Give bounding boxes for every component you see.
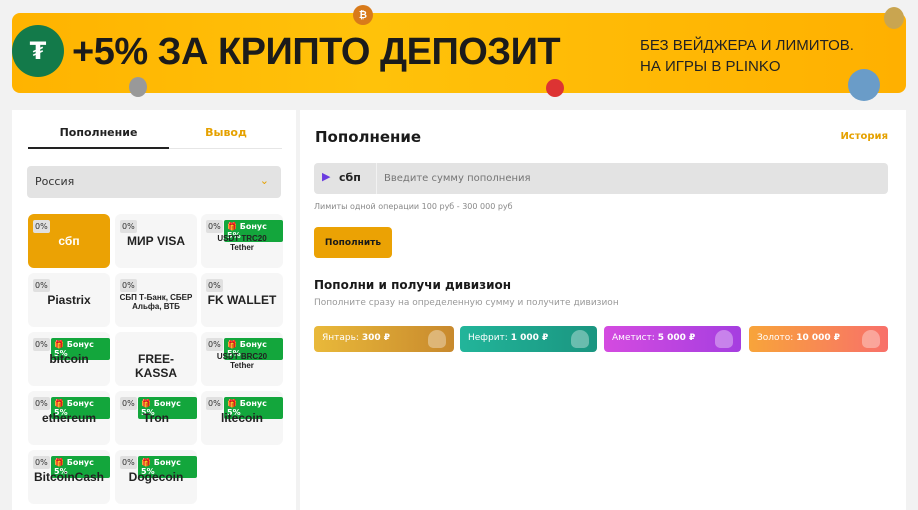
division-emblem-icon bbox=[715, 330, 733, 348]
active-tab-underline bbox=[28, 147, 169, 149]
method-logo: USDT TRC20 Tether bbox=[217, 234, 267, 252]
division-emblem-icon bbox=[862, 330, 880, 348]
fee-badge: 0% bbox=[120, 456, 137, 469]
blue-coin-icon bbox=[848, 69, 880, 101]
method-logo: Piastrix bbox=[47, 293, 91, 307]
payment-method-tile[interactable]: 0% 🎁 Бонус 5% litecoin bbox=[201, 391, 283, 445]
fee-badge: 0% bbox=[120, 279, 137, 292]
fee-badge: 0% bbox=[206, 279, 223, 292]
fee-badge: 0% bbox=[33, 397, 50, 410]
fee-badge: 0% bbox=[33, 456, 50, 469]
method-logo: СБП Т-Банк, СБЕР Альфа, ВТБ bbox=[119, 293, 193, 311]
divisions-description: Пополните сразу на определенную сумму и … bbox=[314, 298, 619, 308]
fee-badge: 0% bbox=[206, 220, 223, 233]
page-title: Пополнение bbox=[315, 128, 422, 146]
division-emblem-icon bbox=[428, 330, 446, 348]
payment-method-tile[interactable]: 0% 🎁 Бонус 5% ethereum bbox=[28, 391, 110, 445]
amount-field-wrapper: ▶ сбп bbox=[314, 163, 888, 194]
payment-methods-panel: Пополнение Вывод Россия ⌄ 0% сбп 0% МИР VISA… bbox=[12, 110, 296, 510]
division-amount: 10 000 ₽ bbox=[796, 333, 841, 343]
method-logo: МИР VISA bbox=[127, 234, 185, 248]
division-card[interactable]: Янтарь: 300 ₽ bbox=[314, 326, 454, 352]
fee-badge: 0% bbox=[33, 220, 50, 233]
division-name: Золото: bbox=[757, 333, 794, 343]
history-link[interactable]: История bbox=[840, 131, 888, 142]
division-name: Янтарь: bbox=[322, 333, 359, 343]
payment-method-tile[interactable]: 0% 🎁 Бонус 5% Tron bbox=[115, 391, 197, 445]
deposit-button[interactable]: Пополнить bbox=[314, 227, 392, 258]
method-logo: BitcoinCash bbox=[33, 470, 104, 484]
sbp-logo: ▶ сбп bbox=[314, 163, 377, 194]
division-card[interactable]: Золото: 10 000 ₽ bbox=[749, 326, 888, 352]
payment-method-tile[interactable]: 0% 🎁 Бонус 5% Dogecoin bbox=[115, 450, 197, 504]
chevron-down-icon: ⌄ bbox=[259, 174, 269, 187]
bitcoin-coin-icon: ₿ bbox=[353, 5, 373, 25]
division-amount: 300 ₽ bbox=[361, 333, 391, 343]
payment-method-tile[interactable]: 0% FK WALLET bbox=[201, 273, 283, 327]
silver-coin-icon bbox=[129, 77, 147, 97]
method-logo: Tron bbox=[143, 411, 169, 425]
fee-badge: 0% bbox=[33, 338, 50, 351]
limits-text: Лимиты одной операции 100 руб - 300 000 … bbox=[314, 202, 513, 211]
method-logo: сбп bbox=[58, 234, 80, 248]
deposit-panel: Пополнение История ▶сбп Лимиты одной опе… bbox=[300, 110, 906, 510]
payment-method-tile[interactable]: 0% СБП Т-Банк, СБЕР Альфа, ВТБ bbox=[115, 273, 197, 327]
division-name: Аметист: bbox=[612, 333, 655, 343]
banner-subtitle: БЕЗ ВЕЙДЖЕРА И ЛИМИТОВ. НА ИГРЫ В PLINKO bbox=[640, 37, 854, 75]
payment-method-tile[interactable]: 0% 🎁 Бонус 5% BitcoinCash bbox=[28, 450, 110, 504]
method-logo: USDT BRC20 Tether bbox=[216, 352, 268, 370]
fee-badge: 0% bbox=[33, 279, 50, 292]
method-logo: FK WALLET bbox=[207, 293, 277, 307]
division-amount: 1 000 ₽ bbox=[510, 333, 549, 343]
method-logo: ethereum bbox=[41, 411, 97, 425]
tab-withdraw[interactable]: Вывод bbox=[170, 126, 282, 139]
division-card[interactable]: Аметист: 5 000 ₽ bbox=[604, 326, 741, 352]
payment-method-tile[interactable]: 0% сбп bbox=[28, 214, 110, 268]
promo-banner[interactable]: ₮ +5% ЗА КРИПТО ДЕПОЗИТ БЕЗ ВЕЙДЖЕРА И Л… bbox=[12, 5, 906, 101]
payment-method-tile[interactable]: 0% 🎁 Бонус 5% USDT TRC20 Tether bbox=[201, 214, 283, 268]
tab-deposit[interactable]: Пополнение bbox=[28, 126, 169, 139]
division-emblem-icon bbox=[571, 330, 589, 348]
tether-coin-icon: ₮ bbox=[12, 25, 64, 77]
method-logo: FREE-KASSA bbox=[134, 352, 177, 380]
method-logo: Dogecoin bbox=[128, 470, 184, 484]
amount-input[interactable] bbox=[384, 163, 884, 194]
division-amount: 5 000 ₽ bbox=[657, 333, 696, 343]
payment-method-tile[interactable]: 0% МИР VISA bbox=[115, 214, 197, 268]
divisions-title: Пополни и получи дивизион bbox=[314, 278, 512, 292]
fee-badge: 0% bbox=[120, 220, 137, 233]
banner-headline: +5% ЗА КРИПТО ДЕПОЗИТ bbox=[72, 31, 561, 73]
method-logo: bitcoin bbox=[49, 352, 89, 366]
red-coin-icon bbox=[546, 79, 564, 97]
country-select[interactable]: Россия ⌄ bbox=[27, 166, 281, 198]
payment-method-tile[interactable]: 0% 🎁 Бонус 5% bitcoin bbox=[28, 332, 110, 386]
division-card[interactable]: Нефрит: 1 000 ₽ bbox=[460, 326, 597, 352]
payment-method-tile[interactable]: 0% Piastrix bbox=[28, 273, 110, 327]
gold-coin-icon bbox=[884, 7, 904, 29]
fee-badge: 0% bbox=[206, 338, 223, 351]
fee-badge: 0% bbox=[206, 397, 223, 410]
payment-method-tile[interactable]: FREE-KASSA bbox=[115, 332, 197, 386]
method-logo: litecoin bbox=[220, 411, 263, 425]
payment-method-tile[interactable]: 0% 🎁 Бонус 5% USDT BRC20 Tether bbox=[201, 332, 283, 386]
division-name: Нефрит: bbox=[468, 333, 508, 343]
fee-badge: 0% bbox=[120, 397, 137, 410]
